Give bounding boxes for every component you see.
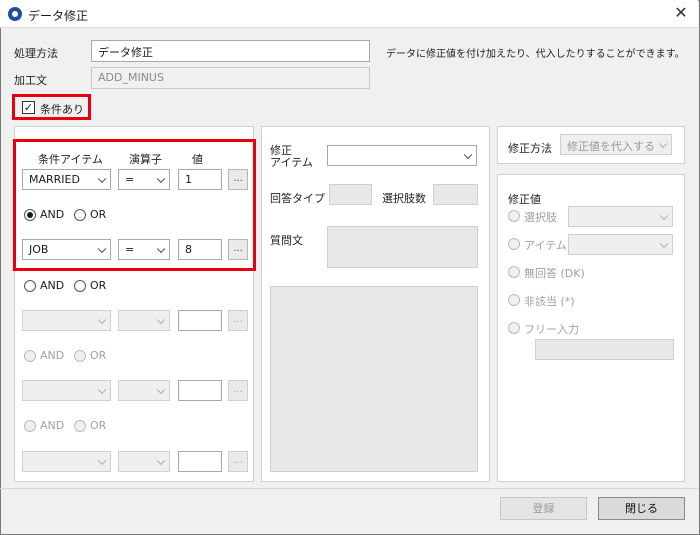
close-icon[interactable]: ✕ — [668, 2, 694, 24]
close-button[interactable]: 閉じる — [598, 497, 685, 520]
free-input-label: フリー入力 — [524, 323, 579, 336]
no-answer-label: 無回答 (DK) — [524, 267, 585, 280]
condition-checkbox[interactable]: ✓ — [22, 101, 35, 114]
operator-select[interactable] — [118, 380, 170, 401]
browse-button[interactable]: ... — [228, 310, 248, 331]
or-label: OR — [90, 349, 107, 362]
or-radio[interactable] — [74, 280, 86, 292]
browse-button[interactable]: ... — [228, 380, 248, 401]
processing-input[interactable]: ADD_MINUS — [91, 67, 370, 89]
chevron-down-icon — [156, 385, 166, 394]
value-input[interactable] — [178, 451, 222, 472]
choice-count-field — [433, 184, 478, 205]
or-radio[interactable] — [74, 420, 86, 432]
and-label: AND — [40, 349, 65, 362]
chevron-down-icon — [97, 385, 107, 394]
free-input-field[interactable] — [535, 339, 674, 360]
chevron-down-icon — [156, 315, 166, 324]
operator-select[interactable] — [118, 451, 170, 472]
and-label: AND — [40, 279, 65, 292]
value-input[interactable] — [178, 380, 222, 401]
question-label: 質問文 — [270, 234, 303, 247]
method-label: 修正方法 — [508, 142, 552, 155]
and-radio[interactable] — [24, 350, 36, 362]
item-radio[interactable] — [508, 238, 520, 250]
processing-label: 加工文 — [14, 74, 47, 87]
choice-select[interactable] — [568, 206, 673, 227]
edit-item-select[interactable] — [327, 145, 477, 166]
or-label: OR — [90, 419, 107, 432]
condition-item-select[interactable] — [22, 451, 111, 472]
chevron-down-icon — [156, 456, 166, 465]
chevron-down-icon — [97, 315, 107, 324]
not-applicable-label: 非該当 (*) — [524, 295, 575, 308]
choice-option-label: 選択肢 — [524, 211, 557, 224]
condition-item-select[interactable] — [22, 380, 111, 401]
choices-list-area — [270, 286, 478, 472]
or-radio[interactable] — [74, 350, 86, 362]
chevron-down-icon — [658, 139, 668, 148]
and-radio[interactable] — [24, 280, 36, 292]
question-text-area — [327, 226, 478, 268]
method-select[interactable]: 修正値を代入する — [560, 134, 672, 155]
no-answer-radio[interactable] — [508, 266, 520, 278]
chevron-down-icon — [659, 239, 669, 248]
condition-label: 条件あり — [40, 103, 84, 116]
item-option-label: アイテム — [524, 239, 567, 252]
chevron-down-icon — [659, 211, 669, 220]
operator-select[interactable] — [118, 310, 170, 331]
browse-button[interactable]: ... — [228, 451, 248, 472]
value-input[interactable] — [178, 310, 222, 331]
footer-divider — [0, 488, 698, 489]
process-label: 処理方法 — [14, 47, 58, 60]
chevron-down-icon — [463, 150, 473, 159]
answer-type-label: 回答タイプ — [270, 192, 325, 205]
chevron-down-icon — [97, 456, 107, 465]
not-applicable-radio[interactable] — [508, 294, 520, 306]
description-text: データに修正値を付け加えたり、代入したりすることができます。 — [386, 49, 685, 60]
answer-type-field — [329, 184, 372, 205]
edit-value-title: 修正値 — [508, 193, 541, 206]
or-label: OR — [90, 279, 107, 292]
free-input-radio[interactable] — [508, 322, 520, 334]
item-select[interactable] — [568, 234, 673, 255]
edit-item-label: 修正 アイテム — [270, 144, 313, 169]
app-logo-icon — [8, 7, 22, 21]
condition-item-select[interactable] — [22, 310, 111, 331]
process-input[interactable]: データ修正 — [91, 40, 370, 62]
and-label: AND — [40, 419, 65, 432]
highlight-conditions — [13, 139, 256, 271]
title-bar — [0, 0, 698, 28]
window-title: データ修正 — [28, 9, 89, 23]
register-button[interactable]: 登録 — [500, 497, 587, 520]
and-radio[interactable] — [24, 420, 36, 432]
choice-count-label: 選択肢数 — [382, 192, 426, 205]
choice-radio[interactable] — [508, 210, 520, 222]
